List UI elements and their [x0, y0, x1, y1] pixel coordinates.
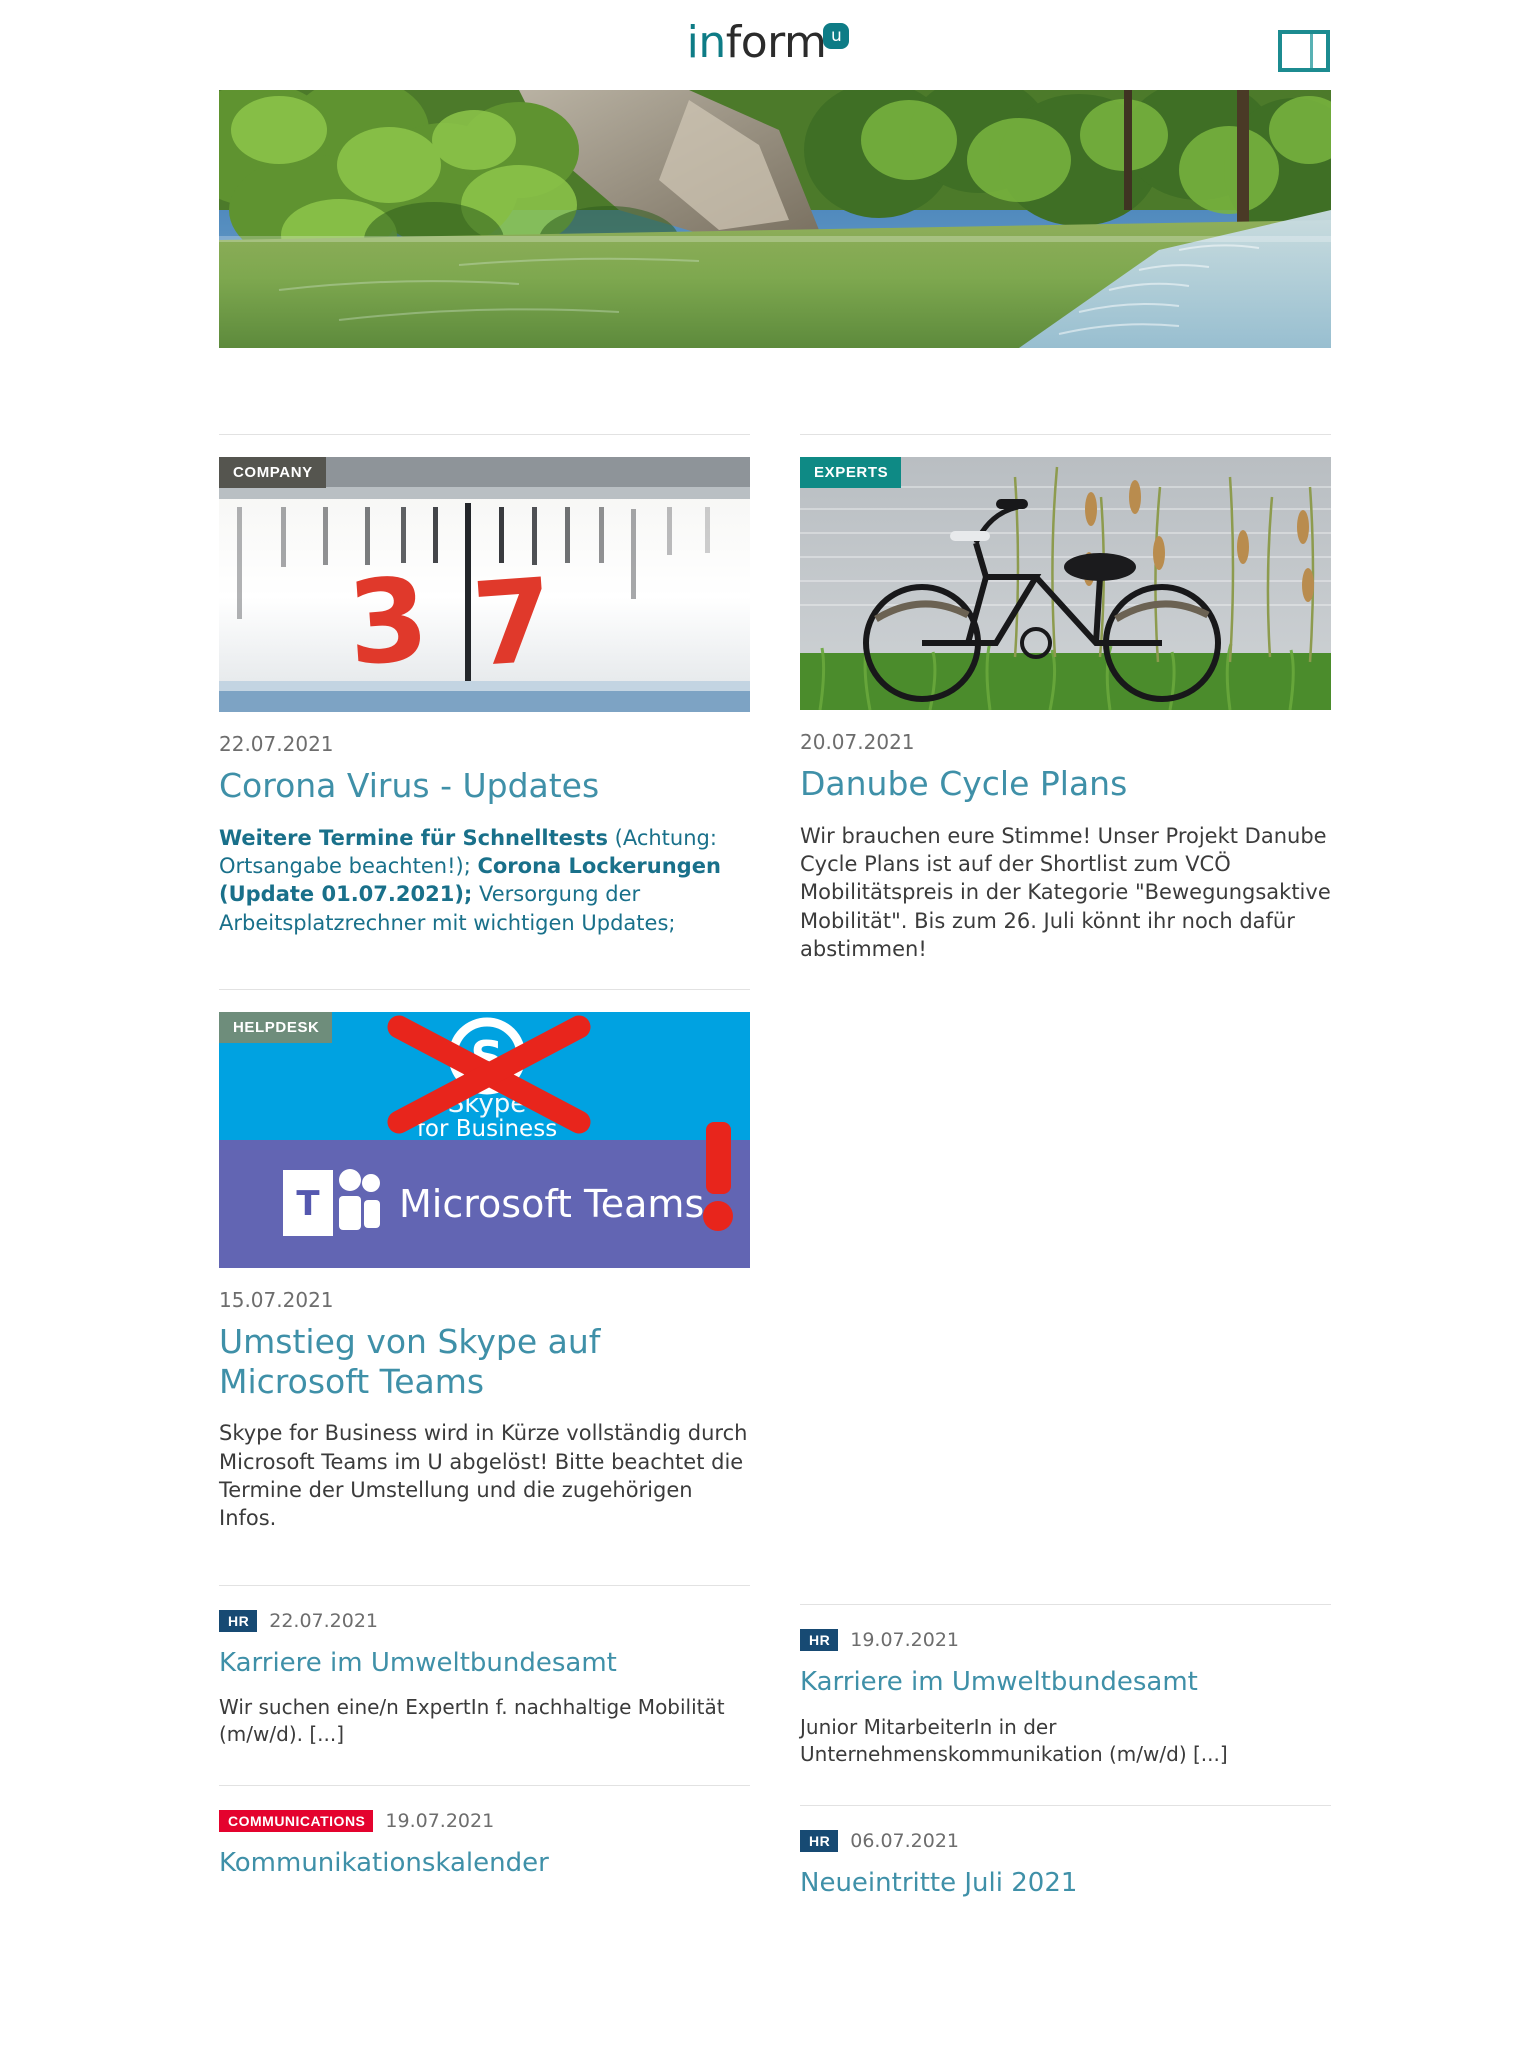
article-date: 15.07.2021 [219, 1287, 334, 1312]
svg-text:for Business: for Business [417, 1116, 557, 1142]
svg-text:3: 3 [343, 553, 432, 692]
feature-row-1: 3 7 COMPANY 22.07.2021 Corona Virus - Up… [219, 434, 1331, 1899]
category-tag-hr[interactable]: HR [219, 1609, 258, 1632]
article-excerpt: Skype for Business wird in Kürze vollstä… [219, 1421, 748, 1531]
list-item-excerpt: Junior MitarbeiterIn in der Unternehmens… [800, 1714, 1228, 1767]
thermometer-illustration: 3 7 [219, 457, 750, 712]
page-root: in form u 3 7 COMPANY 22.07.2021 Corona … [0, 0, 1536, 2048]
article-title[interactable]: Umstieg von Skype auf Microsoft Teams [219, 1322, 750, 1401]
logo-text-secondary: form [725, 17, 827, 68]
article-date: 22.07.2021 [219, 732, 334, 756]
svg-text:Microsoft Teams: Microsoft Teams [399, 1182, 704, 1226]
article-card-corona[interactable]: 3 7 COMPANY 22.07.2021 Corona Virus - Up… [219, 457, 750, 937]
section-divider [219, 434, 750, 435]
bicycle-illustration [800, 457, 1331, 710]
category-tag-communications[interactable]: COMMUNICATIONS [219, 1809, 374, 1832]
list-item-date: 19.07.2021 [385, 1809, 495, 1832]
list-item-title[interactable]: Karriere im Umweltbundesamt [219, 1648, 750, 1679]
list-item[interactable]: COMMUNICATIONS 19.07.2021 Kommunikations… [219, 1809, 750, 1879]
article-image-bicycle: EXPERTS [800, 457, 1331, 710]
list-item-date: 19.07.2021 [850, 1629, 960, 1652]
category-badge-helpdesk[interactable]: HELPDESK [219, 1011, 333, 1043]
article-title[interactable]: Danube Cycle Plans [800, 764, 1331, 804]
list-item-date: 06.07.2021 [850, 1829, 960, 1852]
article-title[interactable]: Corona Virus - Updates [219, 766, 750, 806]
logo-badge-u: u [823, 23, 850, 49]
list-item[interactable]: HR 06.07.2021 Neueintritte Juli 2021 [800, 1829, 1331, 1899]
list-item-meta: HR 19.07.2021 [800, 1629, 1331, 1652]
site-logo[interactable]: in form u [687, 21, 850, 65]
article-date: 20.07.2021 [800, 730, 915, 754]
article-card-danube[interactable]: EXPERTS 20.07.2021 Danube Cycle Plans Wi… [800, 457, 1331, 963]
list-item[interactable]: HR 19.07.2021 Karriere im Umweltbundesam… [800, 1629, 1331, 1768]
list-item-meta: HR 22.07.2021 [219, 1609, 750, 1632]
layout-panel-toggle-icon[interactable] [1278, 30, 1330, 72]
category-tag-hr[interactable]: HR [800, 1629, 839, 1652]
column-left: 3 7 COMPANY 22.07.2021 Corona Virus - Up… [219, 434, 750, 1899]
list-item-date: 22.07.2021 [269, 1609, 379, 1632]
article-image-thermometer: 3 7 COMPANY [219, 457, 750, 712]
category-badge-company[interactable]: COMPANY [219, 457, 326, 488]
article-excerpt: Wir brauchen eure Stimme! Unser Projekt … [800, 823, 1331, 961]
column-spacer [800, 963, 1331, 1604]
section-divider [219, 988, 750, 990]
list-item-meta: HR 06.07.2021 [800, 1829, 1331, 1852]
hero-banner-image [219, 90, 1331, 348]
section-divider [800, 1604, 1331, 1606]
category-tag-hr[interactable]: HR [800, 1829, 839, 1852]
list-item-title[interactable]: Karriere im Umweltbundesamt [800, 1667, 1331, 1698]
list-item[interactable]: HR 22.07.2021 Karriere im Umweltbundesam… [219, 1609, 750, 1749]
section-divider [800, 1804, 1331, 1806]
list-item-excerpt: Wir suchen eine/n ExpertIn f. nachhaltig… [219, 1694, 725, 1747]
excerpt-bold-1: Weitere Termine für Schnelltests [219, 825, 608, 850]
hero-illustration [219, 90, 1331, 348]
main-content: 3 7 COMPANY 22.07.2021 Corona Virus - Up… [219, 434, 1331, 1899]
teams-migration-illustration: S Skype for Business T Microsoft Teams [219, 1011, 750, 1268]
section-divider [219, 1584, 750, 1586]
article-excerpt: Weitere Termine für Schnelltests (Achtun… [219, 824, 750, 937]
list-item-title[interactable]: Kommunikationskalender [219, 1848, 750, 1879]
section-divider [219, 1784, 750, 1786]
article-card-teams[interactable]: S Skype for Business T Microsoft Teams H… [219, 1011, 750, 1533]
column-right: EXPERTS 20.07.2021 Danube Cycle Plans Wi… [800, 434, 1331, 1899]
category-badge-experts[interactable]: EXPERTS [800, 457, 902, 488]
panel-toggle-divider [1310, 34, 1313, 68]
svg-text:T: T [296, 1184, 320, 1224]
list-item-title[interactable]: Neueintritte Juli 2021 [800, 1868, 1331, 1899]
svg-text:7: 7 [468, 554, 557, 693]
section-divider [800, 434, 1331, 435]
article-image-teams: S Skype for Business T Microsoft Teams H… [219, 1011, 750, 1268]
logo-text-primary: in [686, 17, 727, 68]
site-header: in form u [0, 0, 1536, 86]
list-item-meta: COMMUNICATIONS 19.07.2021 [219, 1809, 750, 1832]
